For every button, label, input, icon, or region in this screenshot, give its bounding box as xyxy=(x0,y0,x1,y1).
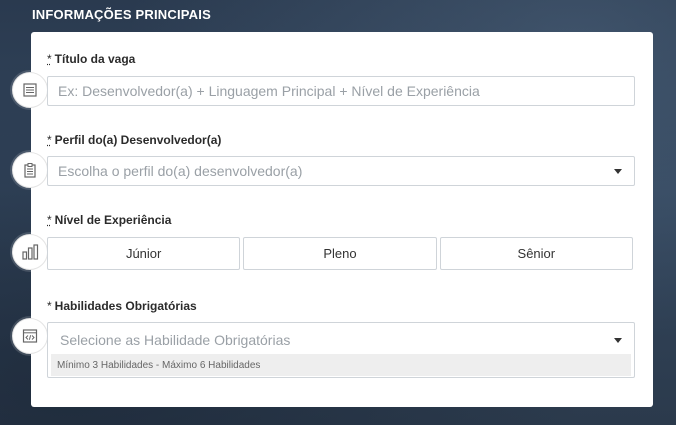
code-window-icon xyxy=(12,318,48,354)
required-mark: * xyxy=(47,133,52,147)
nivel-label-text: Nível de Experiência xyxy=(54,213,172,227)
habilidades-label-text: Habilidades Obrigatórias xyxy=(54,299,197,313)
titulo-input[interactable]: Ex: Desenvolvedor(a) + Linguagem Princip… xyxy=(47,76,635,106)
habilidades-label: * Habilidades Obrigatórias xyxy=(47,299,197,313)
perfil-label-text: Perfil do(a) Desenvolvedor(a) xyxy=(54,133,222,147)
nivel-option-senior[interactable]: Sênior xyxy=(439,237,633,270)
habilidades-multiselect[interactable]: Selecione as Habilidade Obrigatórias Mín… xyxy=(47,322,635,378)
titulo-label-text: Título da vaga xyxy=(54,52,136,66)
nivel-option-pleno[interactable]: Pleno xyxy=(243,237,437,270)
perfil-label: * Perfil do(a) Desenvolvedor(a) xyxy=(47,133,221,147)
required-mark: * xyxy=(47,52,52,66)
chevron-down-icon xyxy=(614,338,622,343)
required-mark: * xyxy=(47,213,52,227)
habilidades-placeholder: Selecione as Habilidade Obrigatórias xyxy=(60,332,291,348)
nivel-label: * Nível de Experiência xyxy=(47,213,171,227)
nivel-segmented-control: Júnior Pleno Sênior xyxy=(47,237,633,270)
document-icon xyxy=(12,72,48,108)
perfil-placeholder: Escolha o perfil do(a) desenvolvedor(a) xyxy=(58,163,303,179)
bar-chart-icon xyxy=(12,234,48,270)
section-title: INFORMAÇÕES PRINCIPAIS xyxy=(32,7,211,22)
perfil-select[interactable]: Escolha o perfil do(a) desenvolvedor(a) xyxy=(47,156,635,186)
nivel-option-junior[interactable]: Júnior xyxy=(47,237,241,270)
habilidades-hint: Mínimo 3 Habilidades - Máximo 6 Habilida… xyxy=(51,354,631,376)
clipboard-icon xyxy=(12,152,48,188)
titulo-placeholder: Ex: Desenvolvedor(a) + Linguagem Princip… xyxy=(58,83,480,99)
required-mark: * xyxy=(47,299,52,313)
chevron-down-icon xyxy=(614,169,622,174)
titulo-label: * Título da vaga xyxy=(47,52,135,66)
